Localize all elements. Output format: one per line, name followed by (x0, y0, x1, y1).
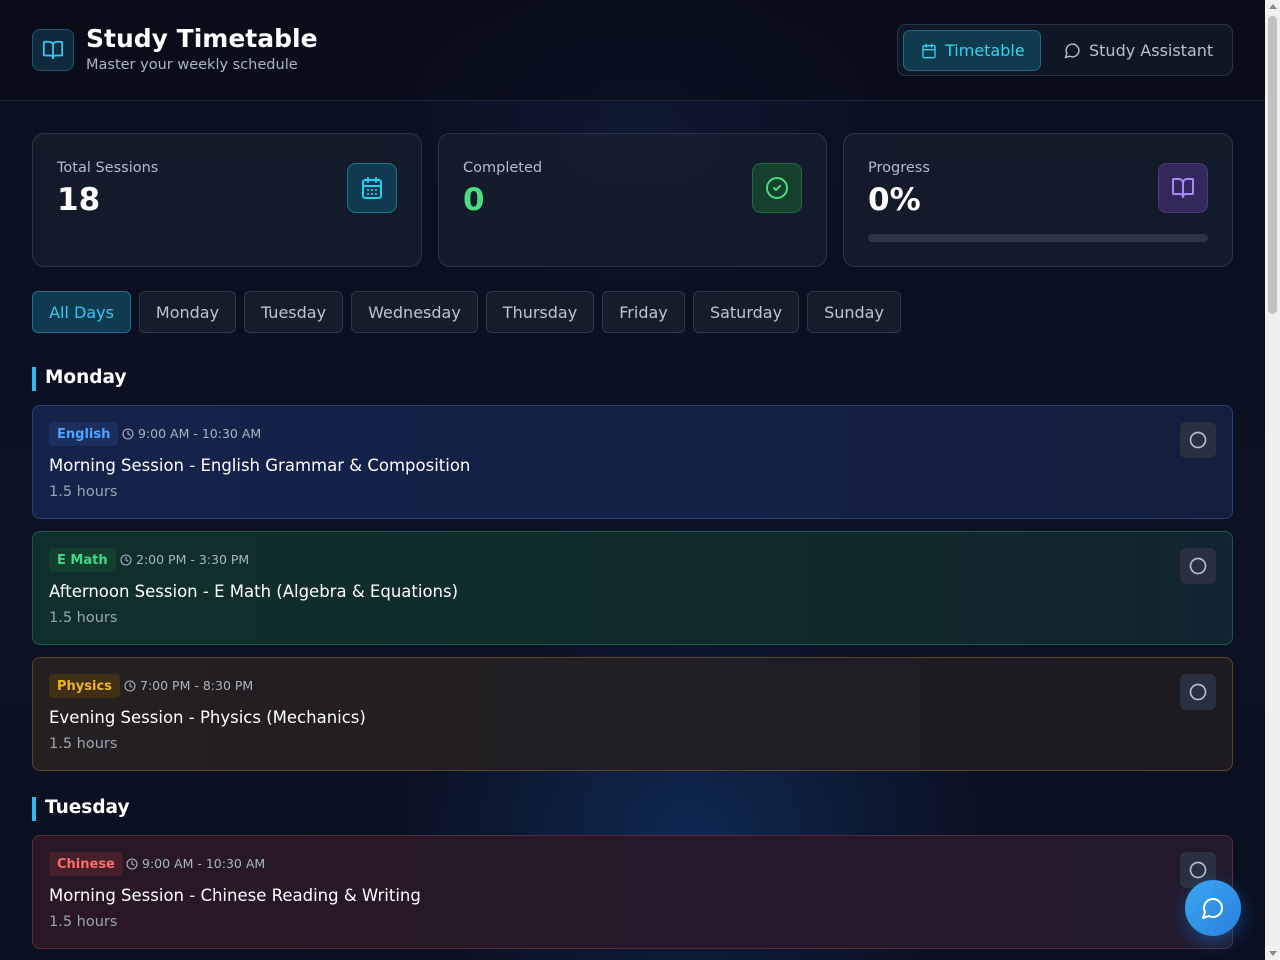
filter-monday[interactable]: Monday (139, 291, 236, 333)
session-time-text: 9:00 AM - 10:30 AM (142, 856, 266, 871)
view-switcher: Timetable Study Assistant (897, 24, 1233, 76)
timetable-tab[interactable]: Timetable (903, 30, 1041, 71)
chat-bubble-icon (1064, 43, 1080, 59)
session-title: Morning Session - Chinese Reading & Writ… (49, 886, 421, 905)
mark-complete-button[interactable] (1180, 548, 1216, 584)
session-time: 2:00 PM - 3:30 PM (120, 552, 249, 567)
study-assistant-tab[interactable]: Study Assistant (1063, 30, 1228, 71)
subject-tag: Physics (49, 674, 120, 698)
session-duration: 1.5 hours (49, 736, 118, 752)
session-time-text: 7:00 PM - 8:30 PM (140, 678, 254, 693)
progress-card: Progress 0% (843, 133, 1233, 267)
completed-label: Completed (463, 160, 543, 176)
total-sessions-label: Total Sessions (57, 160, 159, 176)
calendar-icon (922, 43, 936, 58)
filter-friday[interactable]: Friday (602, 291, 685, 333)
session-time-text: 2:00 PM - 3:30 PM (136, 552, 250, 567)
progress-value: 0% (868, 182, 921, 218)
session-card: Physics 7:00 PM - 8:30 PM Evening Sessio… (32, 657, 1233, 771)
filter-tuesday[interactable]: Tuesday (244, 291, 343, 333)
session-title: Evening Session - Physics (Mechanics) (49, 708, 366, 727)
completed-card: Completed 0 (438, 133, 827, 267)
completed-value: 0 (463, 182, 485, 218)
circle-icon (1189, 683, 1207, 701)
day-heading-tuesday: Tuesday (32, 797, 130, 821)
session-card: Chinese 9:00 AM - 10:30 AM Morning Sessi… (32, 835, 1233, 949)
session-time: 9:00 AM - 10:30 AM (126, 856, 265, 871)
progress-bar (868, 234, 1208, 242)
timetable-tab-label: Timetable (945, 41, 1025, 60)
progress-label: Progress (868, 160, 930, 176)
scroll-up-arrow-icon[interactable] (1269, 4, 1277, 9)
filter-wednesday[interactable]: Wednesday (351, 291, 478, 333)
session-duration: 1.5 hours (49, 610, 118, 626)
circle-icon (1189, 557, 1207, 575)
page-scrollbar[interactable] (1265, 0, 1280, 960)
mark-complete-button[interactable] (1180, 674, 1216, 710)
clock-icon (126, 857, 138, 870)
session-card: E Math 2:00 PM - 3:30 PM Afternoon Sessi… (32, 531, 1233, 645)
clock-icon (122, 427, 134, 440)
session-title: Morning Session - English Grammar & Comp… (49, 456, 471, 475)
filter-thursday[interactable]: Thursday (486, 291, 594, 333)
app-header: Study Timetable Master your weekly sched… (0, 0, 1265, 101)
filter-all-days[interactable]: All Days (32, 291, 131, 333)
scroll-down-arrow-icon[interactable] (1269, 951, 1277, 956)
session-duration: 1.5 hours (49, 914, 118, 930)
session-time-text: 9:00 AM - 10:30 AM (138, 426, 262, 441)
app-page: Study Timetable Master your weekly sched… (0, 0, 1265, 960)
circle-icon (1189, 861, 1207, 879)
book-open-icon (1158, 163, 1208, 213)
subject-tag: English (49, 422, 119, 446)
filter-saturday[interactable]: Saturday (693, 291, 799, 333)
calendar-icon (347, 163, 397, 213)
chat-bubble-icon (1202, 898, 1223, 919)
session-duration: 1.5 hours (49, 484, 118, 500)
check-circle-icon (752, 163, 802, 213)
filter-sunday[interactable]: Sunday (807, 291, 901, 333)
session-title: Afternoon Session - E Math (Algebra & Eq… (49, 582, 459, 601)
app-subtitle: Master your weekly schedule (86, 57, 298, 73)
subject-tag: Chinese (49, 852, 123, 876)
clock-icon (120, 553, 132, 566)
total-sessions-card: Total Sessions 18 (32, 133, 422, 267)
chat-fab-button[interactable] (1185, 880, 1241, 936)
study-assistant-tab-label: Study Assistant (1089, 41, 1214, 60)
mark-complete-button[interactable] (1180, 422, 1216, 458)
session-time: 9:00 AM - 10:30 AM (122, 426, 261, 441)
book-open-icon (32, 29, 74, 71)
day-heading-monday: Monday (32, 367, 127, 391)
scrollbar-thumb[interactable] (1268, 16, 1277, 314)
subject-tag: E Math (49, 548, 116, 572)
total-sessions-value: 18 (57, 182, 101, 218)
clock-icon (124, 679, 136, 692)
circle-icon (1189, 431, 1207, 449)
session-card: English 9:00 AM - 10:30 AM Morning Sessi… (32, 405, 1233, 519)
session-time: 7:00 PM - 8:30 PM (124, 678, 253, 693)
app-title: Study Timetable (86, 24, 318, 53)
